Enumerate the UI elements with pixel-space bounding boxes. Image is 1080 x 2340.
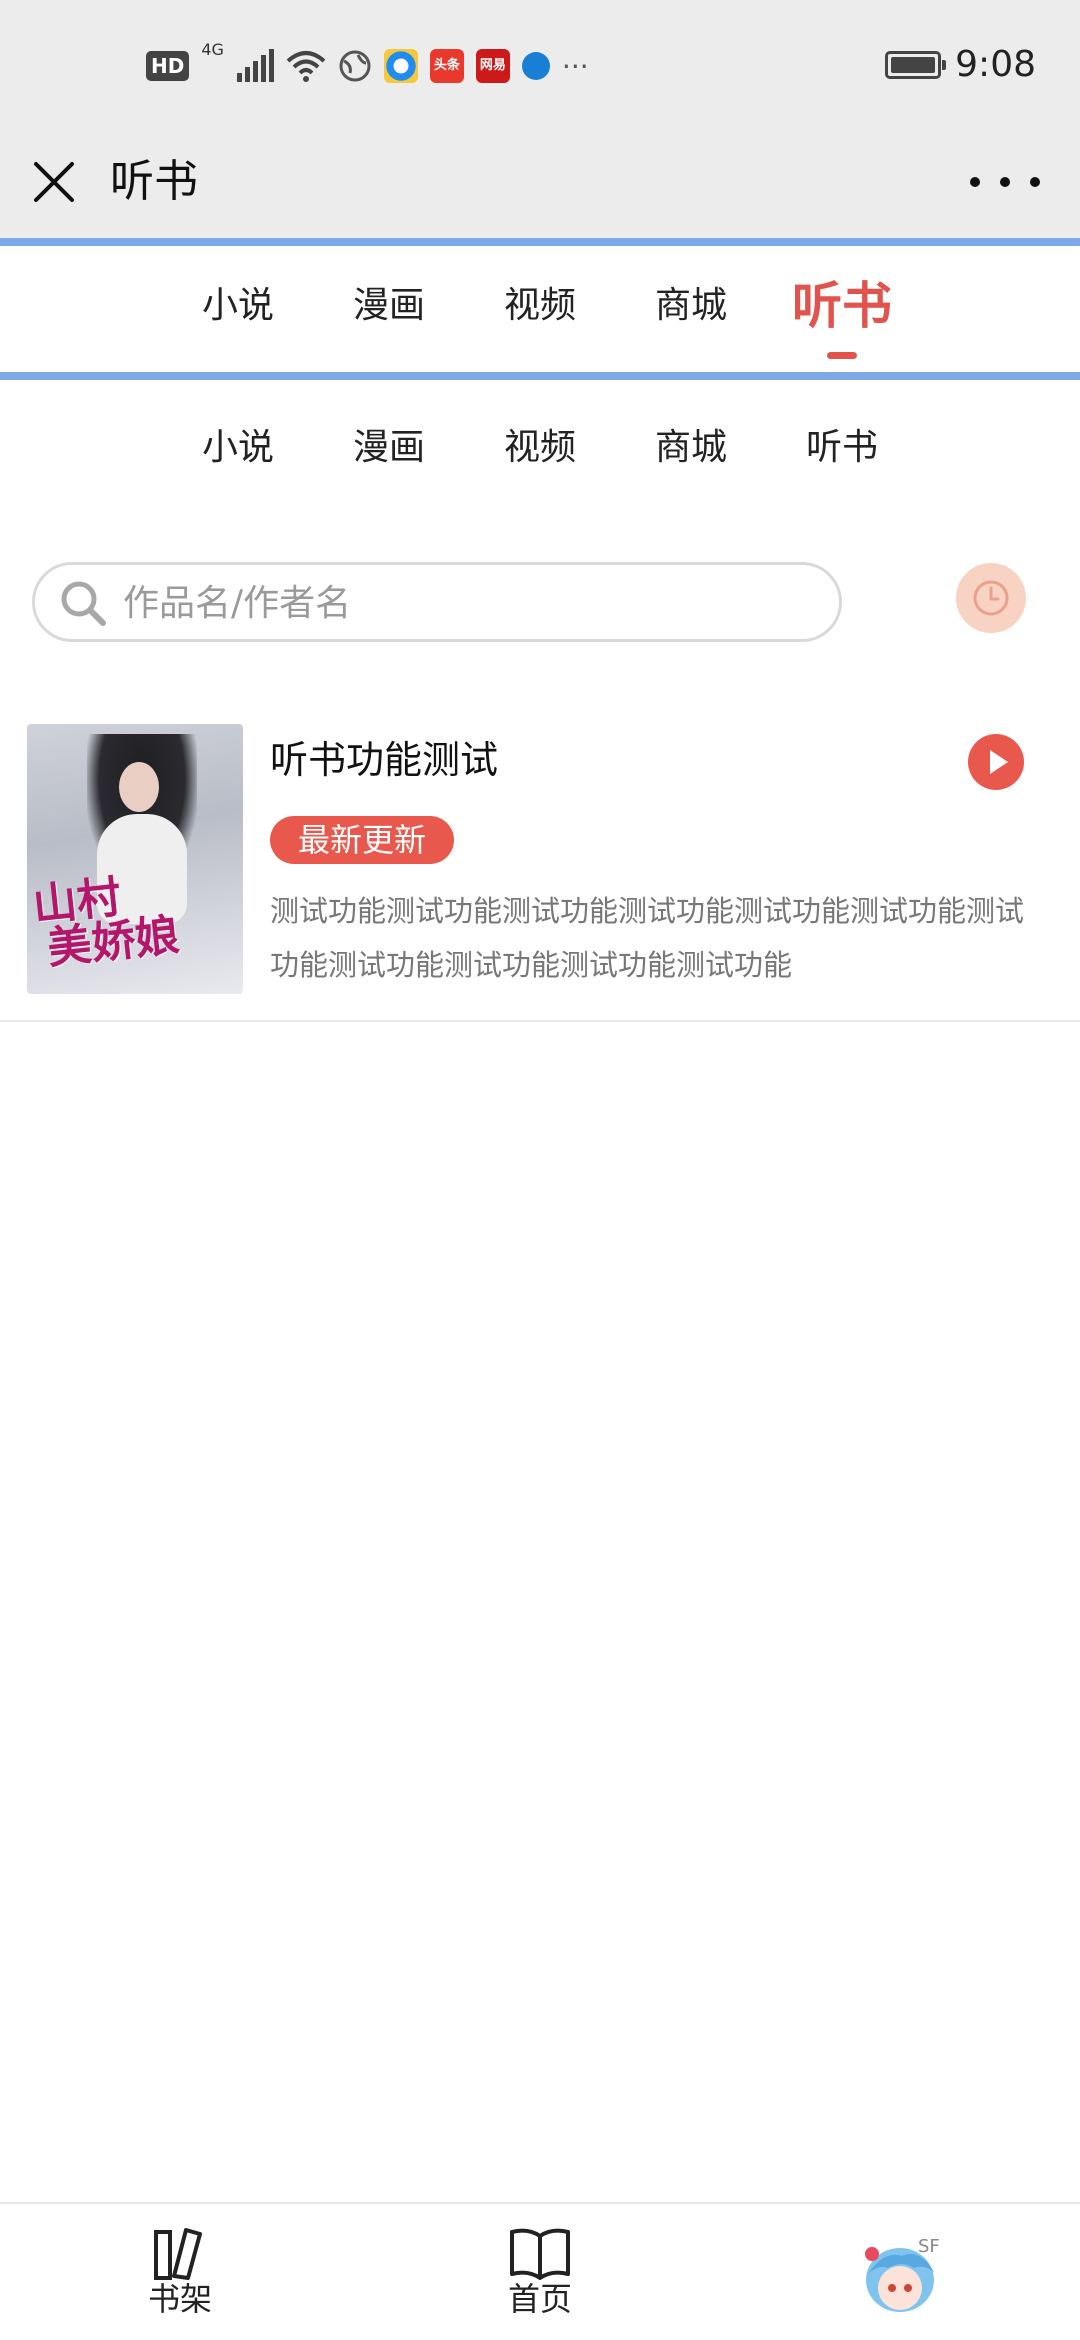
book-cover[interactable]: 山村 美娇娘 — [27, 724, 243, 994]
book-title[interactable]: 听书功能测试 — [270, 732, 498, 788]
nav-bookshelf[interactable]: 书架 — [100, 2224, 260, 2320]
active-tab-indicator — [827, 352, 857, 359]
avatar[interactable]: SF — [854, 2230, 944, 2320]
close-icon — [34, 162, 74, 202]
status-right: 9:08 — [885, 44, 1036, 85]
page-title: 听书 — [110, 156, 198, 207]
nav-home-label: 首页 — [507, 2280, 572, 2318]
divider-bottom — [0, 372, 1080, 380]
more-dot-icon — [1000, 177, 1010, 187]
subtab-novel[interactable]: 小说 — [173, 418, 303, 470]
more-notifications-icon: ··· — [561, 49, 589, 83]
wifi-icon — [286, 51, 326, 82]
secondary-nav: 小说 漫画 视频 商城 听书 — [0, 382, 1080, 492]
network-type: 4G — [201, 40, 224, 59]
status-icons: HD 4G 头条 网易 ··· — [146, 40, 589, 86]
divider-top — [0, 238, 1080, 246]
open-book-icon — [510, 2228, 570, 2280]
netease-icon: 网易 — [475, 49, 510, 83]
tab-audiobook[interactable]: 听书 — [777, 266, 907, 338]
bookshelf-icon — [154, 2228, 202, 2280]
search-icon — [61, 581, 106, 626]
cover-title: 山村 美娇娘 — [31, 864, 243, 975]
status-bar: HD 4G 头条 网易 ··· 9:08 — [0, 0, 1080, 130]
nav-bookshelf-label: 书架 — [147, 2280, 212, 2318]
status-badge: 最新更新 — [270, 816, 455, 864]
book-description: 测试功能测试功能测试功能测试功能测试功能测试功能测试功能测试功能测试功能测试功能… — [270, 894, 1025, 982]
more-dot-icon — [970, 177, 980, 187]
more-menu-button[interactable] — [970, 156, 1040, 208]
clock: 9:08 — [955, 44, 1036, 85]
list-item[interactable]: 山村 美娇娘 听书功能测试 最新更新 测试功能测试功能测试功能测试功能测试功能测… — [0, 720, 1080, 1022]
clock-icon — [973, 580, 1009, 616]
tab-novel[interactable]: 小说 — [173, 276, 303, 328]
nav-home[interactable]: 首页 — [460, 2224, 620, 2320]
history-button[interactable] — [956, 563, 1026, 633]
qq-browser-icon — [383, 49, 418, 83]
cover-art-face — [119, 762, 159, 812]
browser-globe-icon — [339, 50, 371, 82]
subtab-video[interactable]: 视频 — [475, 418, 605, 470]
more-dot-icon — [1030, 177, 1040, 187]
bottom-nav: 书架 首页 SF — [0, 2202, 1080, 2340]
close-button[interactable] — [24, 152, 84, 212]
play-icon — [989, 750, 1008, 774]
toutiao-icon: 头条 — [429, 49, 464, 83]
browser-icon — [521, 52, 550, 80]
signal-icon — [236, 49, 274, 82]
title-bar: 听书 — [0, 130, 1080, 238]
subtab-comic[interactable]: 漫画 — [324, 418, 454, 470]
battery-icon — [885, 50, 947, 79]
hd-indicator: HD — [146, 51, 190, 81]
search-input[interactable] — [123, 575, 823, 631]
subtab-audiobook[interactable]: 听书 — [777, 418, 907, 470]
primary-nav: 小说 漫画 视频 商城 听书 — [0, 246, 1080, 372]
tab-video[interactable]: 视频 — [475, 276, 605, 328]
play-button[interactable] — [968, 734, 1024, 790]
subtab-mall[interactable]: 商城 — [626, 418, 756, 470]
tab-comic[interactable]: 漫画 — [324, 276, 454, 328]
svg-text:SF: SF — [918, 2236, 940, 2257]
search-box[interactable] — [32, 562, 842, 642]
tab-mall[interactable]: 商城 — [626, 276, 756, 328]
